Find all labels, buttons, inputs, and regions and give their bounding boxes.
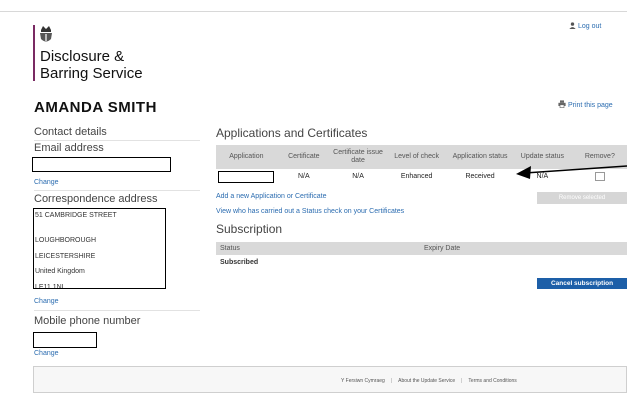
person-icon bbox=[569, 22, 576, 29]
brand-line-1: Disclosure & bbox=[40, 48, 125, 65]
logout-link[interactable]: Log out bbox=[569, 22, 601, 30]
subscription-status: Subscribed bbox=[220, 259, 259, 266]
correspondence-address-heading: Correspondence address bbox=[34, 193, 158, 205]
table-row: Subscribed bbox=[216, 255, 627, 271]
printer-icon bbox=[558, 100, 566, 108]
column-header: Remove? bbox=[572, 145, 627, 169]
cancel-subscription-button[interactable]: Cancel subscription bbox=[537, 278, 627, 289]
remove-selected-button[interactable]: Remove selected bbox=[537, 192, 627, 204]
column-header: Update status bbox=[512, 145, 573, 169]
separator: | bbox=[390, 378, 393, 384]
crown-crest-icon bbox=[40, 26, 52, 42]
column-header: Application bbox=[216, 145, 277, 169]
table-header-row: Application Certificate Certificate issu… bbox=[216, 145, 627, 169]
email-change-link[interactable]: Change bbox=[34, 179, 59, 186]
subscription-heading: Subscription bbox=[216, 222, 283, 236]
divider bbox=[34, 310, 200, 311]
divider bbox=[34, 140, 200, 141]
issue-date-cell: N/A bbox=[352, 173, 364, 180]
address-box bbox=[33, 208, 166, 289]
certificate-cell: N/A bbox=[297, 173, 310, 180]
brand-logo-text: Disclosure & Barring Service bbox=[40, 48, 143, 82]
column-header: Level of check bbox=[385, 145, 449, 169]
address-line: LEICESTERSHIRE bbox=[35, 253, 96, 260]
address-line: LE11 1NL bbox=[35, 284, 66, 288]
email-heading: Email address bbox=[34, 142, 104, 154]
update-status-cell: N/A bbox=[536, 173, 549, 180]
applications-heading: Applications and Certificates bbox=[216, 126, 368, 140]
application-ref-redacted bbox=[218, 170, 275, 183]
brand-accent-bar bbox=[33, 25, 35, 81]
divider bbox=[34, 190, 200, 191]
subscription-table: Status Expiry Date Subscribed bbox=[216, 242, 627, 271]
mobile-heading: Mobile phone number bbox=[34, 315, 141, 327]
address-change-link[interactable]: Change bbox=[34, 298, 59, 305]
address-line: 51 CAMBRIDGE STREET bbox=[35, 212, 117, 219]
top-border bbox=[0, 11, 627, 12]
add-application-link[interactable]: Add a new Application or Certificate bbox=[216, 193, 327, 200]
remove-cell bbox=[573, 169, 627, 184]
remove-checkbox[interactable] bbox=[594, 172, 605, 181]
column-header: Certificate bbox=[276, 145, 331, 169]
email-value-redacted bbox=[32, 157, 171, 172]
logout-label: Log out bbox=[578, 23, 602, 30]
mobile-value-redacted bbox=[33, 332, 97, 348]
contact-details-heading: Contact details bbox=[34, 126, 107, 138]
print-label: Print this page bbox=[567, 102, 613, 109]
person-name: AMANDA SMITH bbox=[34, 99, 157, 116]
application-cell bbox=[216, 169, 277, 184]
separator: | bbox=[461, 378, 463, 384]
table-header-row: Status Expiry Date bbox=[216, 242, 627, 255]
column-header: Status bbox=[220, 245, 240, 252]
column-header: Application status bbox=[448, 145, 513, 169]
level-of-check-cell: Enhanced bbox=[400, 173, 433, 180]
column-header: Expiry Date bbox=[424, 245, 461, 252]
address-line: LOUGHBOROUGH bbox=[35, 237, 97, 244]
application-status-cell: Received bbox=[465, 173, 495, 180]
welsh-version-link[interactable]: Y Fersiwn Cymraeg bbox=[341, 378, 385, 384]
brand-line-2: Barring Service bbox=[40, 65, 143, 82]
column-header: Certificate issue date bbox=[330, 145, 386, 169]
table-row: N/A N/A Enhanced Received N/A bbox=[216, 169, 627, 184]
terms-link[interactable]: Terms and Conditions bbox=[468, 378, 516, 384]
applications-table: Application Certificate Certificate issu… bbox=[216, 145, 627, 184]
about-link[interactable]: About the Update Service bbox=[398, 378, 455, 384]
status-check-link[interactable]: View who has carried out a Status check … bbox=[216, 208, 404, 215]
mobile-change-link[interactable]: Change bbox=[34, 350, 59, 357]
footer-links: Y Fersiwn Cymraeg | About the Update Servi… bbox=[341, 378, 517, 384]
address-line: United Kingdom bbox=[35, 268, 85, 275]
footer bbox=[33, 366, 627, 393]
print-link[interactable]: Print this page bbox=[558, 100, 613, 109]
